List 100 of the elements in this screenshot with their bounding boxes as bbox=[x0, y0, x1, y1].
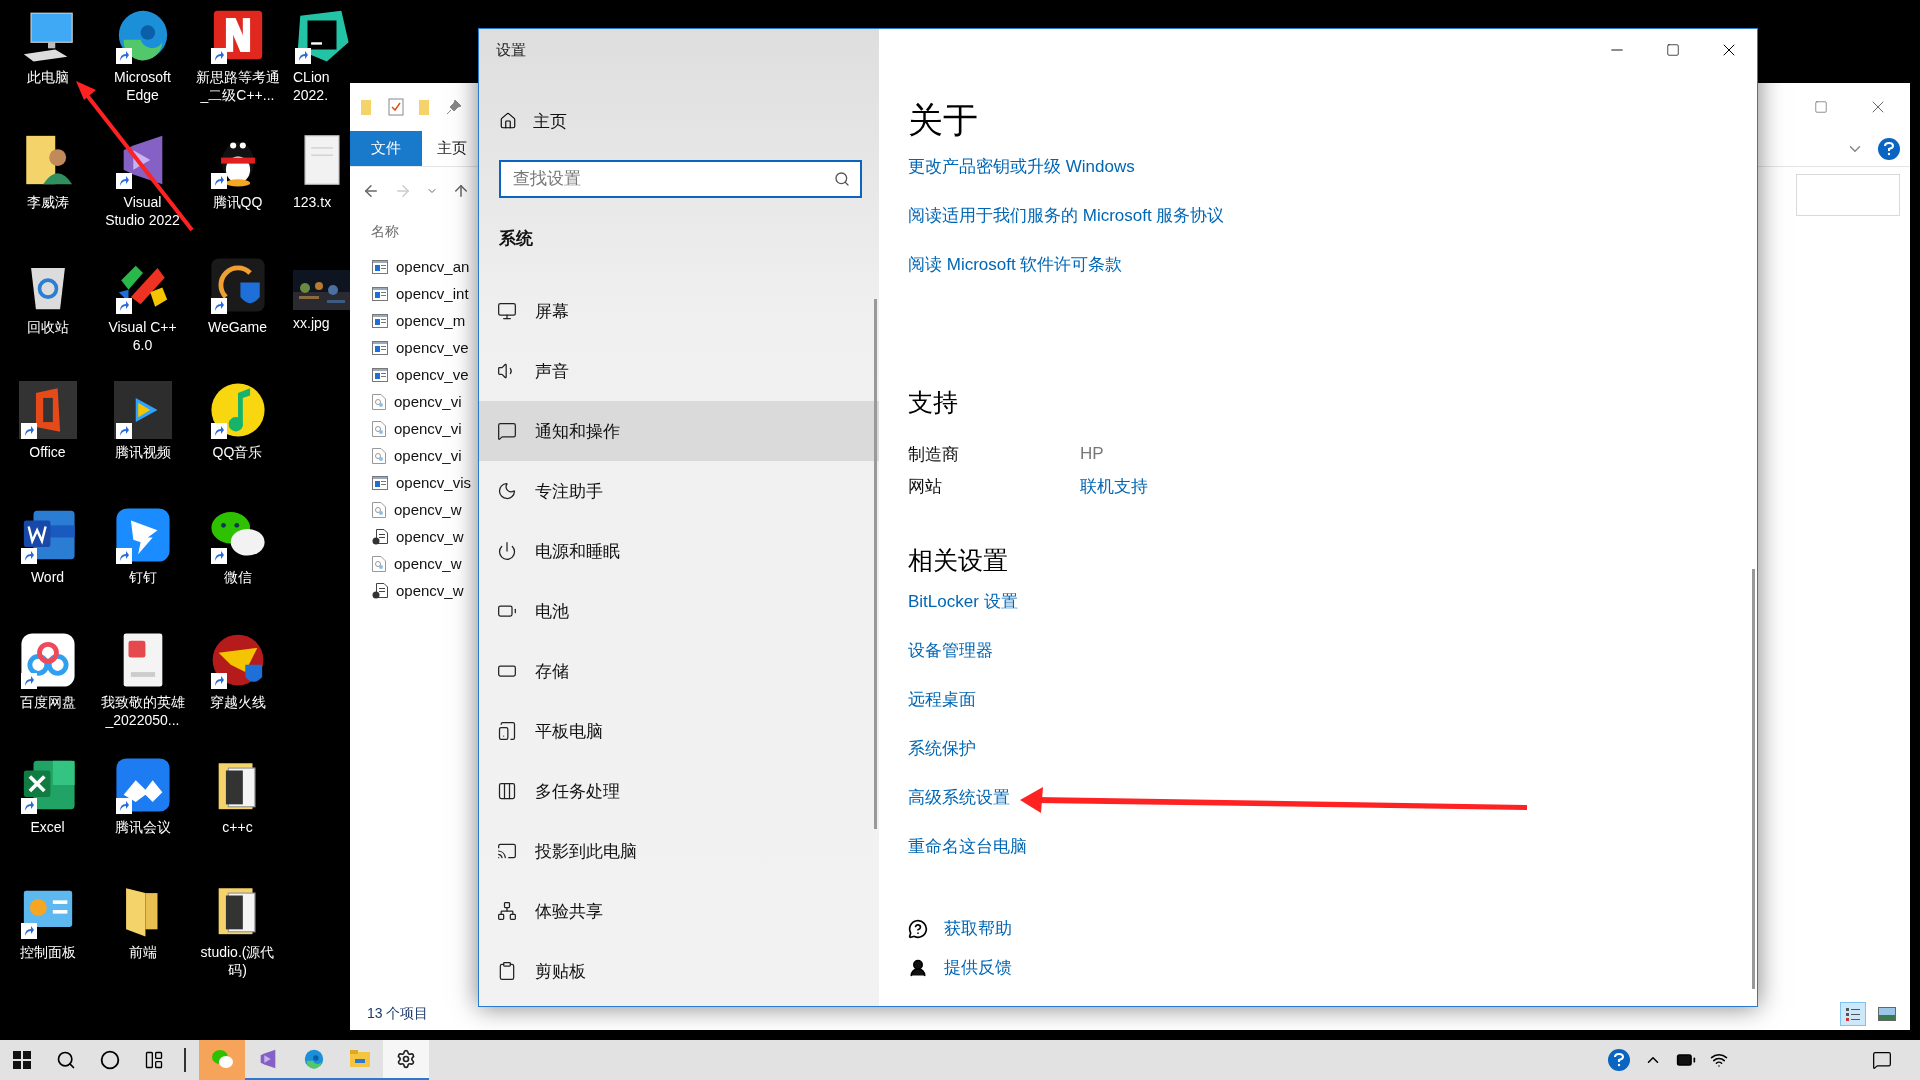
ribbon-tab[interactable]: 主页 bbox=[422, 131, 482, 166]
file-name[interactable]: opencv_w bbox=[394, 555, 462, 572]
desktop-icon-label[interactable]: xx.jpg bbox=[293, 314, 330, 332]
desktop-icon-label[interactable]: 腾讯视频 bbox=[114, 443, 171, 461]
column-header[interactable]: 名称 bbox=[371, 223, 399, 241]
nav-item[interactable]: 声音 bbox=[479, 341, 879, 401]
desktop-icon-label[interactable]: 此电脑 bbox=[26, 68, 69, 86]
nav-item[interactable]: 存储 bbox=[479, 641, 879, 701]
desktop-icon-label[interactable]: 我致敬的英雄 _2022050... bbox=[100, 693, 185, 729]
cast-icon bbox=[497, 841, 517, 861]
notification-icon[interactable] bbox=[1872, 1050, 1892, 1070]
nav-item[interactable]: 多任务处理 bbox=[479, 761, 879, 821]
link[interactable]: 阅读 Microsoft 软件许可条款 bbox=[908, 253, 1123, 276]
details-view-icon[interactable] bbox=[1840, 1002, 1866, 1026]
link[interactable]: 阅读适用于我们服务的 Microsoft 服务协议 bbox=[908, 204, 1225, 227]
windows-logo-icon[interactable] bbox=[13, 1051, 31, 1069]
desktop-icon-label[interactable]: Visual C++ 6.0 bbox=[108, 318, 177, 354]
video-icon[interactable] bbox=[113, 381, 172, 439]
desktop-icon-label[interactable]: WeGame bbox=[208, 318, 267, 336]
nav-item[interactable]: 体验共享 bbox=[479, 881, 879, 941]
desktop-icon-label[interactable]: studio.(源代 码) bbox=[200, 943, 275, 979]
file-name[interactable]: opencv_vi bbox=[394, 447, 462, 464]
link[interactable]: 系统保护 bbox=[908, 737, 976, 760]
desktop-icon-label[interactable]: 李威涛 bbox=[26, 193, 69, 211]
circle-icon[interactable] bbox=[100, 1050, 120, 1070]
file-name[interactable]: opencv_w bbox=[396, 582, 464, 599]
checkbox-doc-icon[interactable] bbox=[388, 98, 404, 116]
desktop-icon-label[interactable]: CLion 2022. bbox=[293, 68, 330, 104]
wifi-icon[interactable] bbox=[1710, 1051, 1728, 1069]
search-icon[interactable] bbox=[56, 1050, 76, 1070]
desktop-icon-label[interactable]: 控制面板 bbox=[19, 943, 76, 961]
file-name[interactable]: opencv_vi bbox=[394, 393, 462, 410]
desktop-icon-label[interactable]: Word bbox=[30, 568, 65, 586]
search-field[interactable]: 查找设置 bbox=[499, 160, 862, 198]
task-view-icon[interactable] bbox=[144, 1050, 164, 1070]
desktop-icon-label[interactable]: Excel bbox=[30, 818, 65, 836]
desktop-icon-label[interactable]: 微信 bbox=[223, 568, 252, 586]
ribbon-tab[interactable]: 文件 bbox=[350, 131, 422, 166]
link[interactable]: 提供反馈 bbox=[944, 956, 1012, 979]
link[interactable]: 更改产品密钥或升级 Windows bbox=[908, 155, 1135, 178]
desktop-icon-label[interactable]: 123.tx bbox=[293, 193, 332, 211]
nav-item[interactable]: 屏幕 bbox=[479, 281, 879, 341]
link[interactable]: BitLocker 设置 bbox=[908, 590, 1018, 613]
back-icon[interactable] bbox=[362, 182, 380, 200]
link[interactable]: 高级系统设置 bbox=[908, 786, 1010, 809]
link[interactable]: 重命名这台电脑 bbox=[908, 835, 1027, 858]
nav-item[interactable]: 专注助手 bbox=[479, 461, 879, 521]
nav-item[interactable]: 剪贴板 bbox=[479, 941, 879, 1001]
game-icon[interactable] bbox=[208, 256, 267, 314]
link[interactable]: 联机支持 bbox=[1080, 474, 1148, 498]
file-name[interactable]: opencv_vis bbox=[396, 474, 472, 491]
up-icon[interactable] bbox=[452, 182, 470, 200]
meeting-icon[interactable] bbox=[113, 756, 172, 814]
desktop-icon-label[interactable]: 腾讯会议 bbox=[114, 818, 171, 836]
app-icon[interactable] bbox=[113, 506, 172, 564]
cloud-icon[interactable] bbox=[18, 631, 77, 689]
search-icon[interactable] bbox=[834, 171, 850, 187]
desktop-icon-label[interactable]: 腾讯QQ bbox=[212, 193, 263, 211]
application-file-icon bbox=[372, 367, 388, 382]
file-name[interactable]: opencv_int bbox=[396, 285, 469, 302]
desktop-icon-label[interactable]: 回收站 bbox=[26, 318, 69, 336]
settings-file-icon bbox=[372, 420, 386, 437]
help-icon[interactable] bbox=[1608, 1049, 1630, 1071]
application-file-icon bbox=[372, 340, 388, 355]
music-icon[interactable] bbox=[208, 381, 267, 439]
desktop-icon-label[interactable]: Microsoft Edge bbox=[114, 68, 171, 104]
link[interactable]: 获取帮助 bbox=[944, 917, 1012, 940]
link[interactable]: 设备管理器 bbox=[908, 639, 993, 662]
desktop-icon-label[interactable]: 前端 bbox=[128, 943, 157, 961]
file-name[interactable]: opencv_w bbox=[396, 528, 464, 545]
file-name[interactable]: opencv_ve bbox=[396, 339, 469, 356]
file-name[interactable]: opencv_m bbox=[396, 312, 466, 329]
desktop-icon-label[interactable]: 钉钉 bbox=[128, 568, 157, 586]
file-name[interactable]: opencv_ve bbox=[396, 366, 469, 383]
nav-item[interactable]: 电源和睡眠 bbox=[479, 521, 879, 581]
desktop-icon-label[interactable]: 穿越火线 bbox=[209, 693, 266, 711]
desktop-icon-label[interactable]: Office bbox=[29, 443, 66, 461]
file-name[interactable]: opencv_an bbox=[396, 258, 470, 275]
desktop-icon-label[interactable]: c++c bbox=[222, 818, 253, 836]
scrollbar[interactable] bbox=[1752, 569, 1755, 989]
desktop-icon-label[interactable]: Visual Studio 2022 bbox=[105, 193, 180, 229]
maximize-icon[interactable] bbox=[1666, 43, 1680, 57]
help-icon[interactable] bbox=[1878, 137, 1900, 160]
file-name[interactable]: opencv_vi bbox=[394, 420, 462, 437]
desktop-icon-label[interactable]: 新思路等考通 _二级C++... bbox=[195, 68, 280, 104]
home-nav-item[interactable]: 主页 bbox=[479, 93, 879, 149]
search-input[interactable]: 查找设置 bbox=[511, 168, 834, 190]
nav-item[interactable]: 投影到此电脑 bbox=[479, 821, 879, 881]
pin-icon[interactable] bbox=[446, 99, 462, 115]
chat-icon bbox=[211, 1049, 233, 1069]
taskbar-app[interactable] bbox=[383, 1040, 429, 1080]
file-name[interactable]: opencv_w bbox=[394, 501, 462, 518]
desktop-icon-label[interactable]: QQ音乐 bbox=[212, 443, 263, 461]
office-icon[interactable] bbox=[18, 381, 77, 439]
nav-item[interactable]: 平板电脑 bbox=[479, 701, 879, 761]
nav-item[interactable]: 通知和操作 bbox=[479, 401, 879, 461]
link[interactable]: 远程桌面 bbox=[908, 688, 976, 711]
desktop-icon-label[interactable]: 百度网盘 bbox=[19, 693, 76, 711]
nav-item[interactable]: 电池 bbox=[479, 581, 879, 641]
scrollbar[interactable] bbox=[874, 299, 877, 829]
